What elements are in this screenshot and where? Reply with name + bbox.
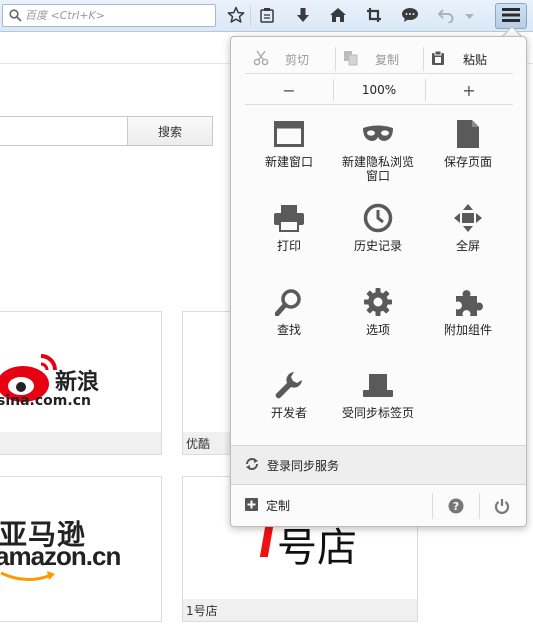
developer-button[interactable]: 开发者 bbox=[242, 368, 336, 420]
bookmarks-list-button[interactable] bbox=[256, 5, 278, 27]
tile-caption: 1号店 bbox=[183, 599, 417, 621]
find-icon bbox=[242, 285, 336, 319]
synced-tabs-label: 受同步标签页 bbox=[341, 406, 414, 420]
print-button[interactable]: 打印 bbox=[242, 201, 336, 253]
fullscreen-icon bbox=[421, 201, 515, 235]
customize-label: 定制 bbox=[266, 499, 291, 513]
developer-wrench-icon bbox=[242, 368, 336, 402]
find-label: 查找 bbox=[276, 323, 301, 337]
find-button[interactable]: 查找 bbox=[242, 285, 336, 337]
developer-label: 开发者 bbox=[270, 406, 307, 420]
browser-toolbar bbox=[0, 0, 533, 32]
copy-label: 复制 bbox=[375, 52, 400, 67]
amazon-smile-icon bbox=[0, 571, 55, 581]
bookmark-star-button[interactable] bbox=[225, 5, 247, 27]
paste-label: 粘贴 bbox=[463, 52, 488, 67]
download-button[interactable] bbox=[292, 5, 314, 27]
undo-icon bbox=[437, 7, 454, 26]
save-page-button[interactable]: 保存页面 bbox=[421, 117, 515, 169]
speed-dial-tile-sina[interactable]: 新浪 sina.com.cn bbox=[0, 311, 162, 455]
page-search-button[interactable]: 搜索 bbox=[127, 116, 213, 146]
sync-icon bbox=[245, 457, 259, 474]
clipboard-icon bbox=[259, 7, 275, 26]
sync-label: 登录同步服务 bbox=[267, 458, 340, 473]
synced-tabs-button[interactable]: 受同步标签页 bbox=[331, 368, 425, 420]
sina-logo-text: 新浪 bbox=[55, 370, 100, 395]
undo-dropdown-button[interactable] bbox=[462, 5, 476, 27]
sign-in-sync-button[interactable]: 登录同步服务 bbox=[231, 445, 526, 485]
download-icon bbox=[295, 7, 311, 26]
fullscreen-label: 全屏 bbox=[455, 239, 480, 253]
private-mask-icon bbox=[331, 117, 425, 151]
speed-dial-tile-amazon[interactable]: 亚马逊 amazon.cn bbox=[0, 476, 162, 622]
save-page-icon bbox=[421, 117, 515, 151]
cut-label: 剪切 bbox=[285, 52, 310, 67]
crop-icon bbox=[366, 7, 382, 26]
copy-button[interactable]: 复制 bbox=[343, 45, 423, 73]
paste-button[interactable]: 粘贴 bbox=[431, 45, 511, 73]
new-private-window-label-2: 窗口 bbox=[365, 169, 390, 183]
new-private-window-button[interactable]: 新建隐私浏览 窗口 bbox=[331, 117, 425, 183]
new-private-window-label: 新建隐私浏览 bbox=[341, 155, 414, 169]
options-label: 选项 bbox=[365, 323, 390, 337]
zoom-reset-button[interactable]: 100% bbox=[333, 77, 425, 103]
sina-logo: 新浪 sina.com.cn bbox=[0, 342, 121, 412]
search-box[interactable] bbox=[2, 4, 216, 27]
hamburger-menu-icon bbox=[502, 7, 520, 25]
copy-icon bbox=[343, 50, 359, 69]
undo-button[interactable] bbox=[435, 5, 457, 27]
print-icon bbox=[242, 201, 336, 235]
amazon-logo-en: amazon.cn bbox=[0, 541, 121, 571]
app-menu-panel: 剪切 复制 粘贴 − 100% + 新建窗口 新建隐私浏览 窗口 保存页面 打印… bbox=[230, 36, 527, 527]
tile-caption: 优酷 bbox=[183, 432, 233, 454]
quit-button[interactable] bbox=[492, 497, 512, 517]
options-button[interactable]: 选项 bbox=[331, 285, 425, 337]
page-search-input[interactable] bbox=[0, 116, 128, 146]
star-icon bbox=[227, 6, 245, 27]
addons-button[interactable]: 附加组件 bbox=[421, 285, 515, 337]
history-clock-icon bbox=[331, 201, 425, 235]
customize-button[interactable]: 定制 bbox=[245, 497, 290, 514]
speed-dial-tile-youku[interactable]: 优酷 bbox=[182, 311, 234, 455]
new-window-button[interactable]: 新建窗口 bbox=[242, 117, 336, 169]
tile-caption bbox=[0, 599, 161, 621]
addons-puzzle-icon bbox=[421, 285, 515, 319]
home-button[interactable] bbox=[327, 5, 349, 27]
new-window-icon bbox=[242, 117, 336, 151]
zoom-controls: − 100% + bbox=[245, 77, 513, 103]
power-icon bbox=[494, 498, 510, 517]
history-button[interactable]: 历史记录 bbox=[331, 201, 425, 253]
chat-button[interactable] bbox=[399, 5, 421, 27]
history-label: 历史记录 bbox=[353, 239, 402, 253]
screenshot-crop-button[interactable] bbox=[363, 5, 385, 27]
zoom-in-button[interactable]: + bbox=[425, 77, 513, 103]
svg-text:?: ? bbox=[453, 500, 459, 513]
help-button[interactable]: ? bbox=[446, 497, 466, 517]
scissors-icon bbox=[253, 50, 269, 69]
edit-controls: 剪切 复制 粘贴 bbox=[245, 45, 513, 73]
search-input[interactable] bbox=[25, 7, 211, 24]
home-icon bbox=[329, 7, 347, 26]
addons-label: 附加组件 bbox=[443, 323, 492, 337]
tile-caption bbox=[0, 432, 161, 454]
dropdown-icon bbox=[464, 9, 474, 23]
search-icon bbox=[9, 9, 22, 25]
options-gear-icon bbox=[331, 285, 425, 319]
save-page-label: 保存页面 bbox=[443, 155, 492, 169]
zoom-out-button[interactable]: − bbox=[245, 77, 333, 103]
chat-icon bbox=[401, 7, 419, 26]
plus-box-icon bbox=[245, 497, 258, 514]
paste-icon bbox=[431, 50, 445, 69]
print-label: 打印 bbox=[276, 239, 301, 253]
fullscreen-button[interactable]: 全屏 bbox=[421, 201, 515, 253]
help-icon: ? bbox=[448, 498, 464, 517]
new-window-label: 新建窗口 bbox=[264, 155, 313, 169]
sina-domain-text: sina.com.cn bbox=[0, 393, 91, 409]
open-menu-button[interactable] bbox=[495, 3, 527, 29]
menu-footer: 定制 ? bbox=[231, 487, 526, 525]
synced-tabs-icon bbox=[331, 368, 425, 402]
cut-button[interactable]: 剪切 bbox=[253, 45, 333, 73]
